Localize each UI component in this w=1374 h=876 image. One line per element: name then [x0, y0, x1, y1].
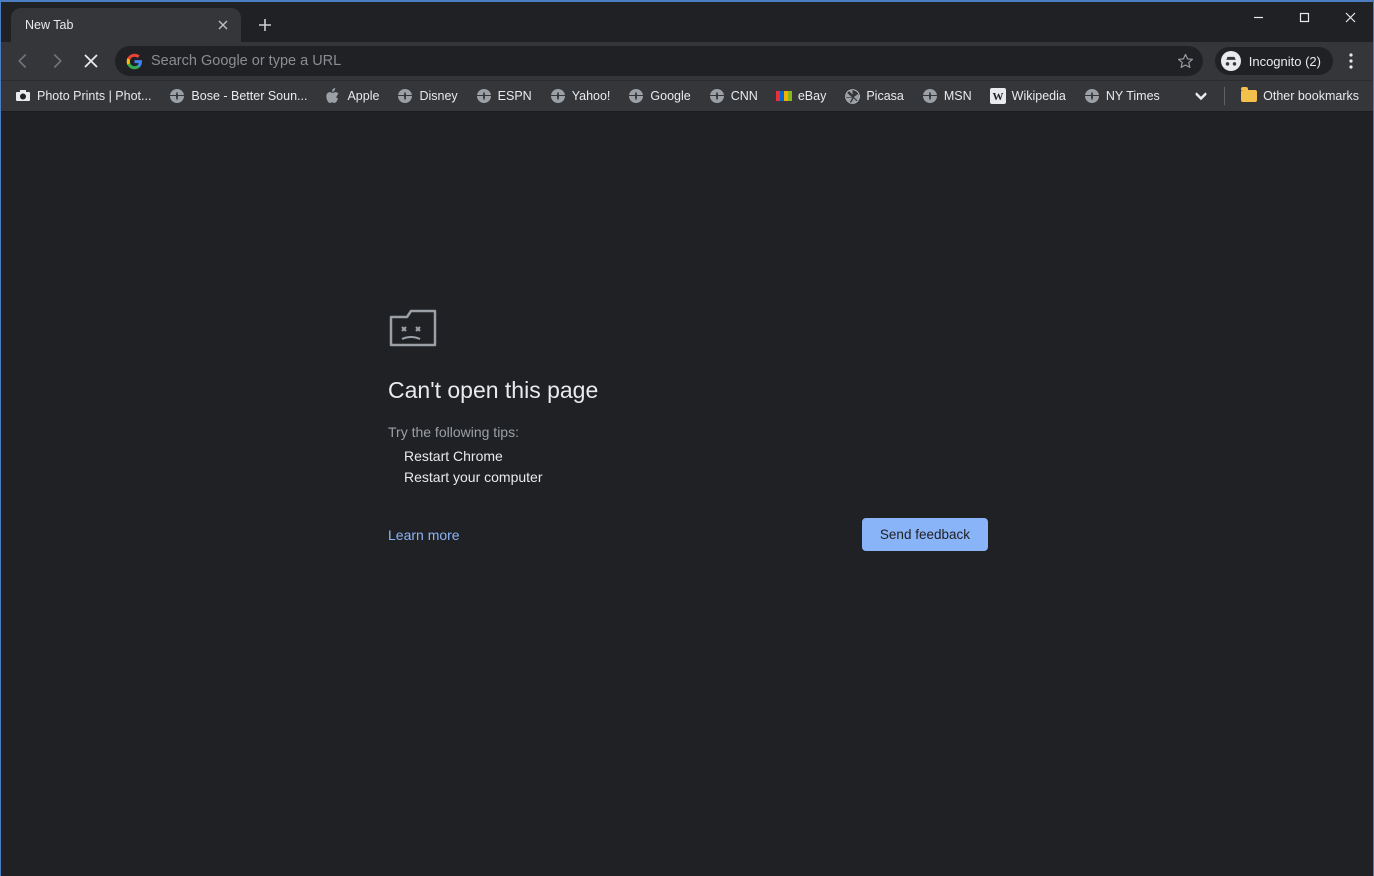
bookmark-label: eBay: [798, 89, 827, 103]
search-engine-icon: [125, 52, 143, 70]
other-bookmarks-button[interactable]: Other bookmarks: [1233, 84, 1367, 108]
folder-icon: [1241, 88, 1257, 104]
other-bookmarks-label: Other bookmarks: [1263, 89, 1359, 103]
send-feedback-button[interactable]: Send feedback: [862, 518, 988, 551]
learn-more-link[interactable]: Learn more: [388, 527, 460, 543]
forward-button[interactable]: [41, 45, 73, 77]
error-subtitle: Try the following tips:: [388, 424, 988, 440]
close-tab-button[interactable]: [215, 17, 231, 33]
bookmark-label: NY Times: [1106, 89, 1160, 103]
globe-icon: [169, 88, 185, 104]
error-container: Can't open this page Try the following t…: [388, 307, 988, 551]
incognito-indicator[interactable]: Incognito (2): [1215, 47, 1333, 75]
globe-icon: [1084, 88, 1100, 104]
dead-folder-icon: [388, 307, 988, 351]
bookmark-label: ESPN: [498, 89, 532, 103]
error-tip: Restart your computer: [404, 467, 988, 488]
bookmark-label: Google: [650, 89, 690, 103]
error-tips-list: Restart Chrome Restart your computer: [388, 446, 988, 488]
bookmark-disney[interactable]: Disney: [389, 84, 465, 108]
incognito-icon: [1221, 51, 1241, 71]
error-tip: Restart Chrome: [404, 446, 988, 467]
maximize-button[interactable]: [1281, 2, 1327, 32]
titlebar: New Tab: [1, 2, 1373, 42]
globe-icon: [628, 88, 644, 104]
bookmark-nytimes[interactable]: NY Times: [1076, 84, 1168, 108]
bookmark-label: Yahoo!: [572, 89, 611, 103]
bookmark-cnn[interactable]: CNN: [701, 84, 766, 108]
bookmark-label: MSN: [944, 89, 972, 103]
bookmark-yahoo[interactable]: Yahoo!: [542, 84, 619, 108]
new-tab-button[interactable]: [251, 11, 279, 39]
back-button[interactable]: [7, 45, 39, 77]
divider: [1224, 87, 1225, 105]
omnibox[interactable]: [115, 46, 1203, 76]
bookmark-label: Disney: [419, 89, 457, 103]
tab-title: New Tab: [25, 18, 209, 32]
page-content: Can't open this page Try the following t…: [1, 112, 1373, 876]
globe-icon: [709, 88, 725, 104]
picasa-icon: [844, 88, 860, 104]
address-input[interactable]: [151, 53, 1169, 69]
apple-icon: [325, 88, 341, 104]
globe-icon: [476, 88, 492, 104]
bookmark-bose[interactable]: Bose - Better Soun...: [161, 84, 315, 108]
bookmarks-overflow-button[interactable]: [1186, 91, 1216, 101]
bookmark-apple[interactable]: Apple: [317, 84, 387, 108]
svg-text:W: W: [992, 91, 1003, 103]
bookmark-picasa[interactable]: Picasa: [836, 84, 912, 108]
bookmark-google[interactable]: Google: [620, 84, 698, 108]
bookmark-label: Apple: [347, 89, 379, 103]
bookmark-label: Photo Prints | Phot...: [37, 89, 151, 103]
bookmark-msn[interactable]: MSN: [914, 84, 980, 108]
bookmark-ebay[interactable]: eBay: [768, 84, 835, 108]
window-controls: [1235, 2, 1373, 34]
globe-icon: [922, 88, 938, 104]
globe-icon: [397, 88, 413, 104]
bookmark-label: Wikipedia: [1012, 89, 1066, 103]
bookmark-label: Picasa: [866, 89, 904, 103]
chrome-menu-button[interactable]: [1335, 45, 1367, 77]
ebay-icon: [776, 88, 792, 104]
toolbar: Incognito (2): [1, 42, 1373, 80]
bookmarks-bar: Photo Prints | Phot... Bose - Better Sou…: [1, 80, 1373, 112]
close-window-button[interactable]: [1327, 2, 1373, 32]
minimize-button[interactable]: [1235, 2, 1281, 32]
globe-icon: [550, 88, 566, 104]
bookmark-label: CNN: [731, 89, 758, 103]
bookmark-wikipedia[interactable]: W Wikipedia: [982, 84, 1074, 108]
bookmark-star-icon[interactable]: [1177, 52, 1195, 70]
bookmark-photo-prints[interactable]: Photo Prints | Phot...: [7, 84, 159, 108]
incognito-label: Incognito (2): [1249, 54, 1321, 69]
browser-tab[interactable]: New Tab: [11, 8, 241, 42]
bookmark-espn[interactable]: ESPN: [468, 84, 540, 108]
bookmark-label: Bose - Better Soun...: [191, 89, 307, 103]
stop-reload-button[interactable]: [75, 45, 107, 77]
wikipedia-icon: W: [990, 88, 1006, 104]
error-title: Can't open this page: [388, 377, 988, 404]
error-actions: Learn more Send feedback: [388, 518, 988, 551]
camera-icon: [15, 88, 31, 104]
